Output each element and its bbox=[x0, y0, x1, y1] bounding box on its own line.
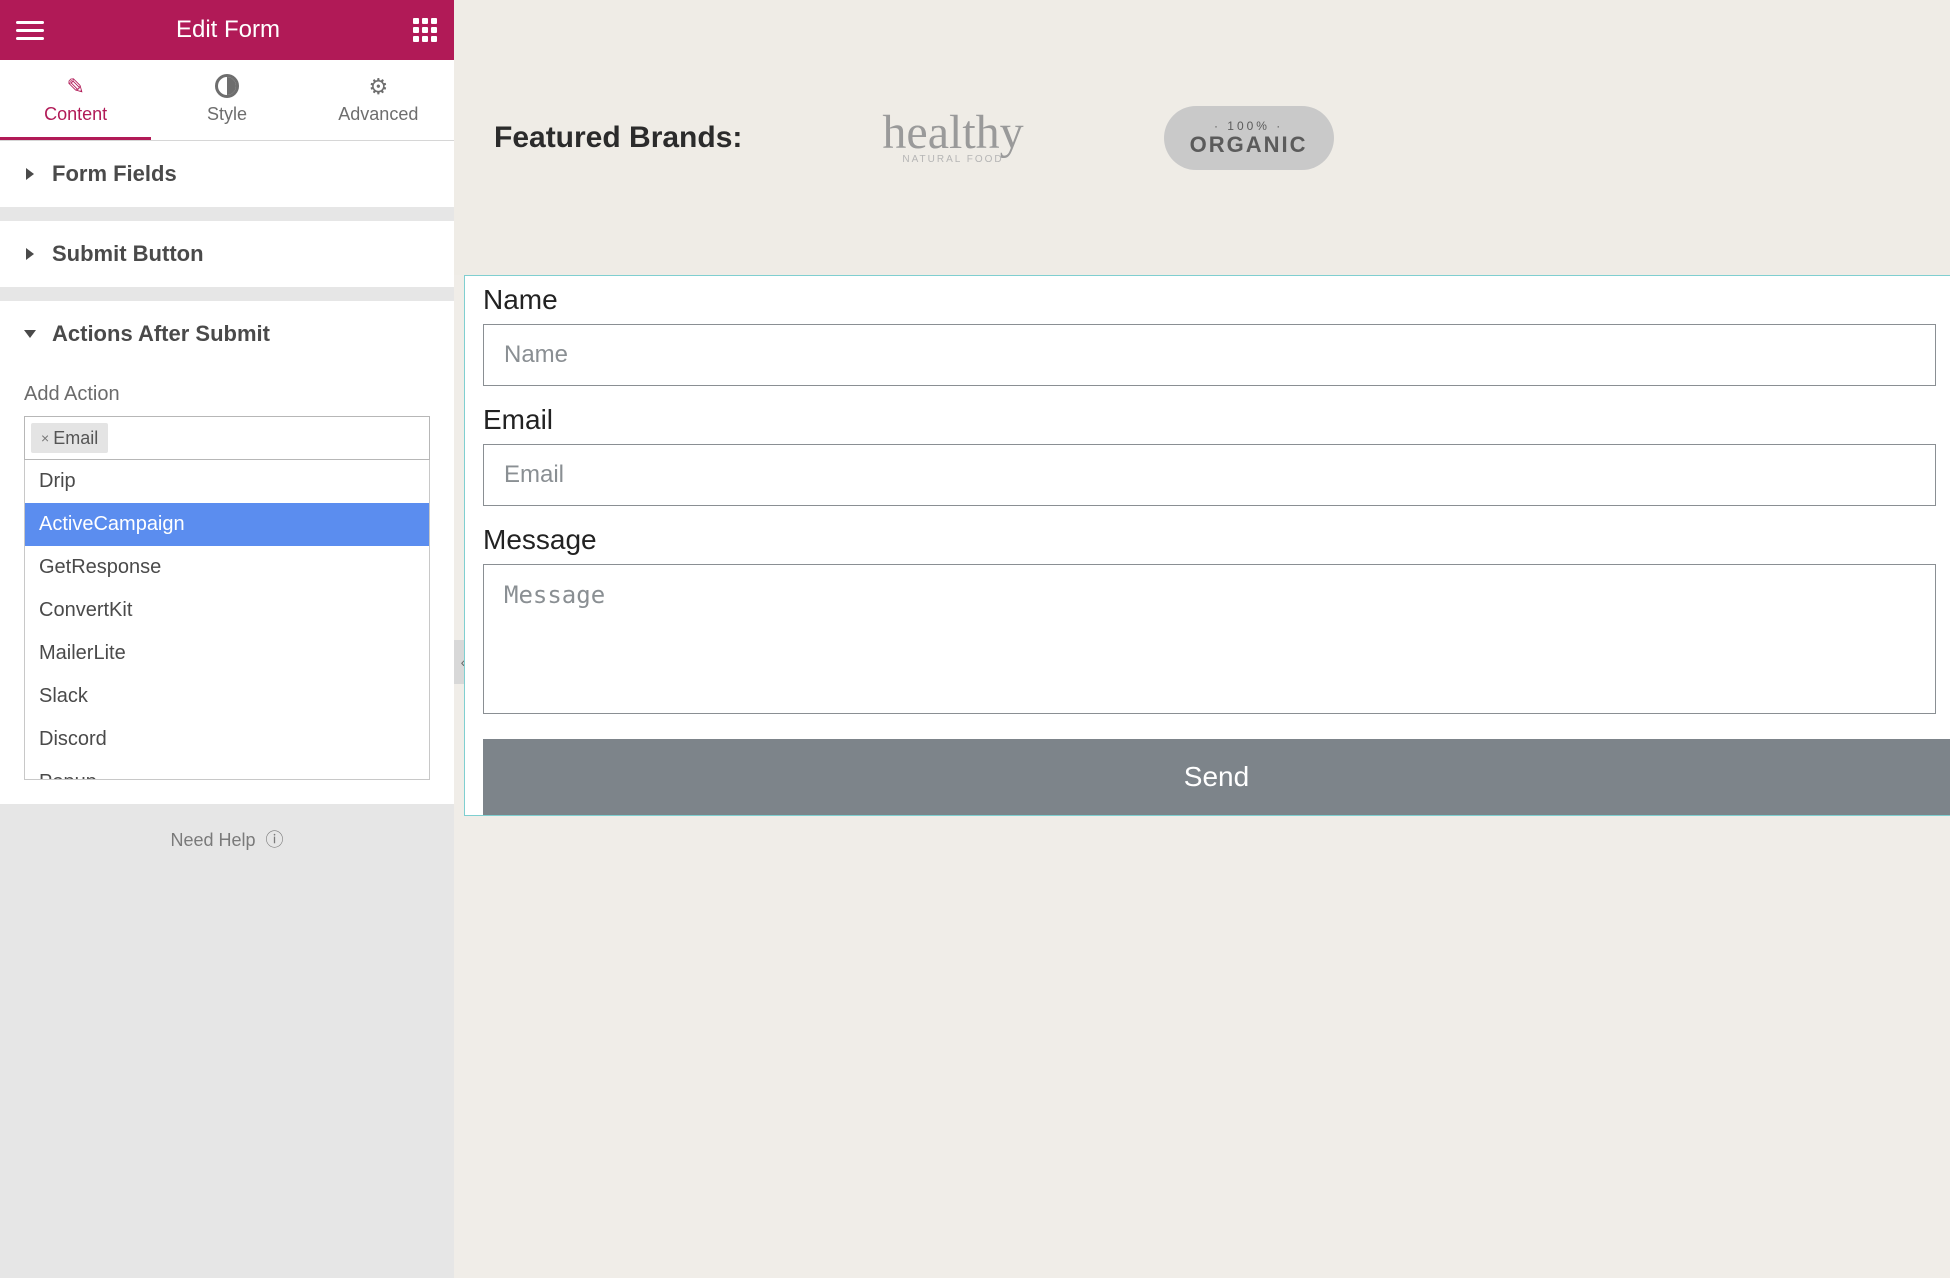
form-row-email: Email bbox=[469, 400, 1950, 520]
chevron-right-icon bbox=[26, 248, 34, 260]
widgets-grid-icon[interactable] bbox=[412, 16, 438, 44]
brand-logo-organic: · 100% · ORGANIC bbox=[1164, 106, 1334, 170]
send-button[interactable]: Send bbox=[483, 739, 1950, 815]
selected-action-chip: × Email bbox=[31, 423, 108, 453]
add-action-multiselect[interactable]: × Email bbox=[24, 416, 430, 460]
dropdown-option[interactable]: Discord bbox=[25, 718, 429, 761]
hamburger-menu-icon[interactable] bbox=[16, 16, 44, 44]
section-form-fields: Form Fields bbox=[0, 141, 454, 221]
pencil-icon bbox=[64, 74, 88, 98]
add-action-dropdown: Drip ActiveCampaign GetResponse ConvertK… bbox=[24, 460, 430, 780]
section-submit-button: Submit Button bbox=[0, 221, 454, 301]
section-toggle-form-fields[interactable]: Form Fields bbox=[0, 141, 454, 207]
section-toggle-submit-button[interactable]: Submit Button bbox=[0, 221, 454, 287]
tab-label: Style bbox=[207, 104, 247, 124]
dropdown-option[interactable]: ConvertKit bbox=[25, 589, 429, 632]
add-action-label: Add Action bbox=[24, 383, 430, 406]
preview-canvas: Featured Brands: healthy NATURAL FOOD · … bbox=[454, 0, 1950, 1278]
featured-brands-strip: Featured Brands: healthy NATURAL FOOD · … bbox=[454, 0, 1950, 275]
dropdown-option[interactable]: GetResponse bbox=[25, 546, 429, 589]
dropdown-option[interactable]: Slack bbox=[25, 675, 429, 718]
section-title: Actions After Submit bbox=[52, 321, 270, 347]
dropdown-option[interactable]: Popup bbox=[25, 761, 429, 780]
section-toggle-actions-after[interactable]: Actions After Submit bbox=[0, 301, 454, 367]
half-circle-icon bbox=[215, 74, 239, 98]
tab-advanced[interactable]: Advanced bbox=[303, 60, 454, 140]
dropdown-scroll[interactable]: Drip ActiveCampaign GetResponse ConvertK… bbox=[25, 460, 429, 780]
chip-label: Email bbox=[53, 428, 98, 449]
chevron-right-icon bbox=[26, 168, 34, 180]
editor-sidebar: Edit Form Content Style Advanced Form Fi… bbox=[0, 0, 454, 1278]
section-body-actions-after: Add Action × Email Drip ActiveCampaign G… bbox=[0, 383, 454, 804]
panel-title: Edit Form bbox=[44, 16, 412, 44]
tab-content[interactable]: Content bbox=[0, 60, 151, 140]
message-label: Message bbox=[483, 524, 1936, 556]
name-input[interactable] bbox=[483, 324, 1936, 386]
section-title: Form Fields bbox=[52, 161, 177, 187]
gear-icon bbox=[366, 74, 390, 98]
dropdown-option[interactable]: MailerLite bbox=[25, 632, 429, 675]
name-label: Name bbox=[483, 284, 1936, 316]
dropdown-option[interactable]: Drip bbox=[25, 460, 429, 503]
dropdown-option[interactable]: ActiveCampaign bbox=[25, 503, 429, 546]
form-row-name: Name bbox=[469, 280, 1950, 400]
remove-chip-icon[interactable]: × bbox=[41, 430, 49, 446]
featured-brands-heading: Featured Brands: bbox=[494, 121, 742, 155]
form-widget[interactable]: Name Email Message Send bbox=[464, 275, 1950, 816]
tab-style[interactable]: Style bbox=[151, 60, 302, 140]
section-title: Submit Button bbox=[52, 241, 204, 267]
tab-label: Content bbox=[44, 104, 107, 124]
form-row-message: Message bbox=[469, 520, 1950, 733]
chevron-down-icon bbox=[24, 330, 36, 338]
message-textarea[interactable] bbox=[483, 564, 1936, 714]
tab-label: Advanced bbox=[338, 104, 418, 124]
email-input[interactable] bbox=[483, 444, 1936, 506]
brand-logo-healthy: healthy NATURAL FOOD bbox=[882, 111, 1023, 163]
need-help-link[interactable]: Need Help ⓘ bbox=[0, 804, 454, 874]
sidebar-header: Edit Form bbox=[0, 0, 454, 60]
section-actions-after-submit: Actions After Submit Add Action × Email … bbox=[0, 301, 454, 804]
editor-tabs: Content Style Advanced bbox=[0, 60, 454, 141]
email-label: Email bbox=[483, 404, 1936, 436]
